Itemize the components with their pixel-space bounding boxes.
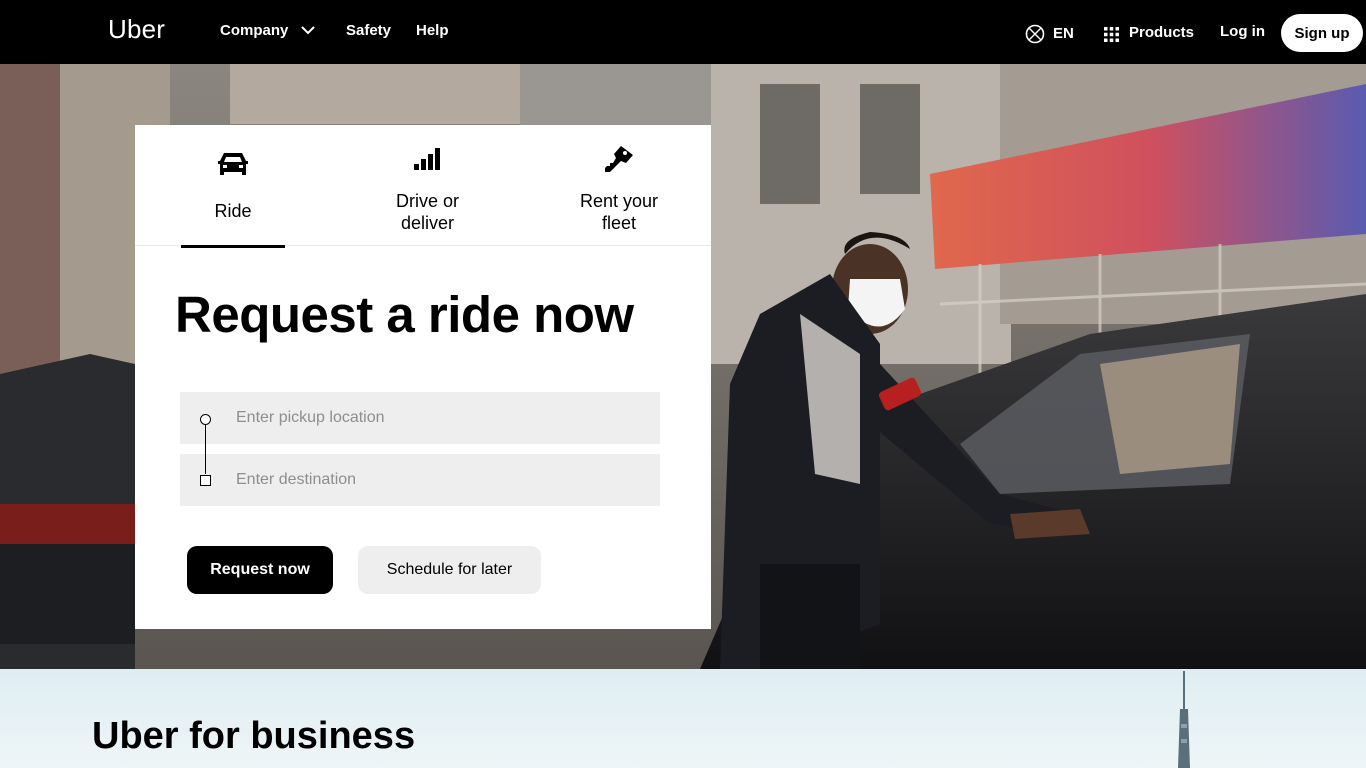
login-link[interactable]: Log in: [1220, 23, 1265, 40]
tab-rent-your-fleet[interactable]: Rent your fleet: [561, 125, 677, 246]
business-section-title: Uber for business: [92, 715, 416, 757]
route-line-icon: [205, 425, 206, 474]
top-navigation: Uber Company Safety Help EN Products Log…: [0, 0, 1366, 64]
products-link[interactable]: Products: [1129, 24, 1194, 41]
chevron-down-icon[interactable]: [300, 24, 316, 43]
uber-logo[interactable]: Uber: [108, 14, 165, 45]
destination-square-icon: [200, 475, 211, 486]
tab-drive-label: Drive or deliver: [395, 191, 459, 233]
nav-safety-link[interactable]: Safety: [346, 22, 391, 39]
tab-drive-or-deliver[interactable]: Drive or deliver: [370, 125, 485, 246]
service-tabs: Ride Drive or deliver Rent your fleet: [135, 125, 711, 248]
signup-button[interactable]: Sign up: [1281, 14, 1363, 52]
globe-icon: [1025, 24, 1045, 49]
key-icon: [604, 145, 634, 178]
nav-company-link[interactable]: Company: [220, 22, 288, 39]
tab-ride[interactable]: Ride: [181, 125, 285, 248]
tab-ride-label: Ride: [214, 201, 252, 221]
page-title: Request a ride now: [175, 286, 634, 343]
request-now-button[interactable]: Request now: [187, 546, 333, 594]
tab-rent-label: Rent your fleet: [579, 191, 659, 233]
grid-icon[interactable]: [1104, 27, 1119, 47]
language-label: EN: [1053, 25, 1074, 42]
pickup-dot-icon: [200, 414, 211, 425]
pickup-field[interactable]: [180, 392, 660, 444]
nav-help-link[interactable]: Help: [416, 22, 449, 39]
pickup-input[interactable]: [234, 392, 644, 444]
destination-field[interactable]: [180, 454, 660, 506]
active-tab-indicator: [181, 245, 285, 248]
ride-request-card: Ride Drive or deliver Rent your fleet Re…: [135, 125, 711, 629]
skyline-tower-image: [1178, 671, 1190, 768]
signal-bars-icon: [413, 147, 442, 176]
car-icon: [217, 151, 249, 182]
destination-input[interactable]: [234, 454, 644, 506]
schedule-for-later-button[interactable]: Schedule for later: [358, 546, 541, 594]
business-section: Uber for business: [0, 669, 1366, 768]
